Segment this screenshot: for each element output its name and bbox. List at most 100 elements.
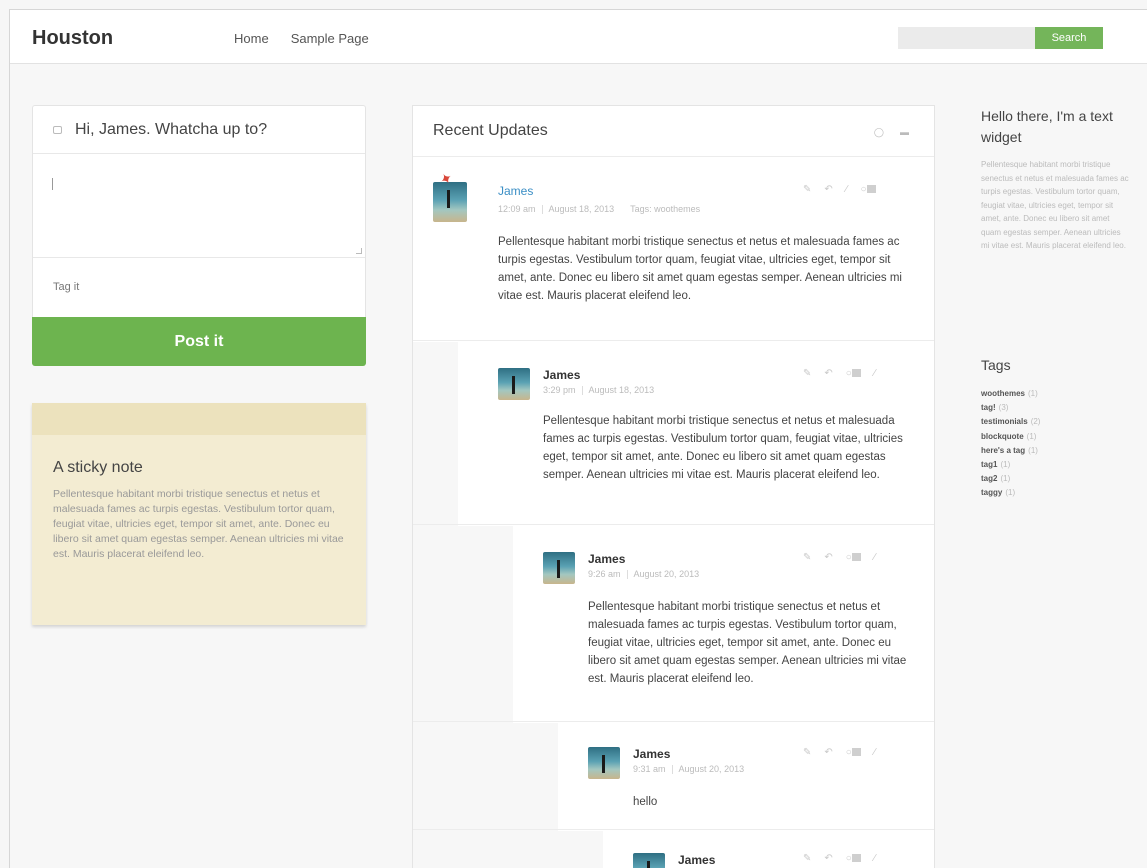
post-time: 3:29 pm — [543, 385, 576, 395]
updates-header: Recent Updates ◯ ▬ — [413, 106, 934, 157]
main-nav: Home Sample Page — [234, 31, 369, 46]
chat-bubble-icon — [53, 125, 62, 134]
post-author[interactable]: James — [633, 747, 670, 761]
site-logo[interactable]: Houston — [32, 27, 113, 50]
post-meta: 9:31 am August 20, 2013 — [633, 764, 745, 775]
post-body: Pellentesque habitant morbi tristique se… — [588, 601, 907, 685]
reply-icon[interactable]: ↶ — [824, 853, 832, 864]
tag-count: (1) — [1000, 460, 1011, 470]
tags-widget-title: Tags — [981, 357, 1011, 373]
post-meta: 12:09 am August 18, 2013 Tags: woothemes — [498, 204, 701, 215]
sticky-note-body: Pellentesque habitant morbi tristique se… — [53, 488, 344, 560]
tags-list: woothemes (1) tag! (3) testimonials (2) blo… — [981, 387, 1040, 501]
tag-name[interactable]: here's a tag — [981, 446, 1025, 455]
text-widget-body: Pellentesque habitant morbi tristique se… — [981, 160, 1129, 250]
comment-count-icon[interactable]: ○ — [846, 552, 861, 563]
post-actions: ✎ ↶ ∕ ○ — [803, 184, 876, 195]
post-date: August 18, 2013 — [588, 385, 655, 395]
avatar[interactable] — [633, 853, 665, 868]
post-actions: ✎ ↶ ○ ∕ — [803, 368, 876, 379]
edit-icon[interactable]: ∕ — [874, 853, 876, 864]
tag-name[interactable]: taggy — [981, 488, 1002, 497]
tag-name[interactable]: blockquote — [981, 432, 1024, 441]
avatar[interactable] — [543, 552, 575, 584]
tag-name[interactable]: tag! — [981, 403, 996, 412]
quote-icon[interactable]: ✎ — [803, 184, 811, 195]
post-actions: ✎ ↶ ○ ∕ — [803, 747, 876, 758]
post-actions: ✎ ↶ ○ ∕ — [803, 853, 876, 864]
list-view-icon[interactable]: ▬ — [900, 127, 909, 138]
post-meta: 3:29 pm August 18, 2013 — [543, 385, 655, 396]
post-composer: Hi, James. Whatcha up to? Tag it Post it — [32, 105, 366, 366]
tag-item[interactable]: here's a tag (1) — [981, 444, 1040, 458]
tag-item[interactable]: tag1 (1) — [981, 458, 1040, 472]
tag-count: (3) — [998, 403, 1009, 413]
update-post: James 9:26 am August 20, 2013 ✎ ↶ ○ ∕ Pel… — [413, 526, 934, 722]
updates-header-icons: ◯ ▬ — [874, 127, 909, 138]
tag-name[interactable]: woothemes — [981, 389, 1025, 398]
reply-icon[interactable]: ↶ — [824, 184, 832, 195]
text-widget-title: Hello there, I'm a text widget — [981, 108, 1113, 145]
tag-count: (1) — [1005, 488, 1016, 498]
refresh-icon[interactable]: ◯ — [874, 127, 884, 138]
update-post: James 9:31 am August 20, 2013 ✎ ↶ ○ ∕ hel… — [413, 723, 934, 830]
app-frame: Houston Home Sample Page Search Hi, Jame… — [9, 9, 1147, 868]
update-post: James ✎ ↶ ○ ∕ — [413, 831, 934, 868]
reply-icon[interactable]: ↶ — [824, 368, 832, 379]
tag-item[interactable]: testimonials (2) — [981, 415, 1040, 429]
tag-count: (1) — [1000, 474, 1011, 484]
post-time: 9:26 am — [588, 569, 621, 579]
update-post: James 3:29 pm August 18, 2013 ✎ ↶ ○ ∕ Pel… — [413, 342, 934, 525]
tag-input[interactable]: Tag it — [33, 258, 365, 316]
composer-prompt: Hi, James. Whatcha up to? — [75, 120, 268, 138]
sticky-note: A sticky note Pellentesque habitant morb… — [32, 403, 366, 625]
quote-icon[interactable]: ✎ — [803, 853, 811, 864]
tag-name[interactable]: tag2 — [981, 474, 997, 483]
post-actions: ✎ ↶ ○ ∕ — [803, 552, 876, 563]
sticky-note-title: A sticky note — [53, 459, 143, 476]
post-time: 9:31 am — [633, 764, 666, 774]
comment-count-icon[interactable]: ○ — [846, 747, 861, 758]
reply-icon[interactable]: ↶ — [824, 747, 832, 758]
avatar[interactable] — [433, 182, 467, 222]
post-author[interactable]: James — [498, 184, 533, 198]
comment-count-icon[interactable]: ○ — [846, 853, 861, 864]
quote-icon[interactable]: ✎ — [803, 552, 811, 563]
nav-home[interactable]: Home — [234, 31, 269, 46]
reply-icon[interactable]: ↶ — [824, 552, 832, 563]
edit-icon[interactable]: ∕ — [874, 552, 876, 563]
avatar[interactable] — [498, 368, 530, 400]
resize-grip-icon[interactable] — [356, 248, 362, 254]
search-input[interactable] — [898, 27, 1035, 49]
update-post: James 12:09 am August 18, 2013 Tags: wooth… — [413, 158, 934, 341]
tag-item[interactable]: tag! (3) — [981, 401, 1040, 415]
comment-count-icon[interactable]: ○ — [846, 368, 861, 379]
post-body: Pellentesque habitant morbi tristique se… — [543, 415, 903, 481]
quote-icon[interactable]: ✎ — [803, 747, 811, 758]
post-author[interactable]: James — [543, 368, 580, 382]
tag-item[interactable]: blockquote (1) — [981, 430, 1040, 444]
tag-name[interactable]: testimonials — [981, 417, 1028, 426]
tag-item[interactable]: woothemes (1) — [981, 387, 1040, 401]
post-date: August 20, 2013 — [678, 764, 745, 774]
post-author[interactable]: James — [588, 552, 625, 566]
search-button[interactable]: Search — [1035, 27, 1103, 49]
tag-item[interactable]: tag2 (1) — [981, 472, 1040, 486]
nav-sample-page[interactable]: Sample Page — [291, 31, 369, 46]
comment-count-icon[interactable]: ○ — [860, 184, 876, 195]
edit-icon[interactable]: ∕ — [874, 747, 876, 758]
edit-icon[interactable]: ∕ — [874, 368, 876, 379]
tag-name[interactable]: tag1 — [981, 460, 997, 469]
text-caret — [52, 178, 53, 190]
updates-title: Recent Updates — [433, 122, 548, 139]
post-author[interactable]: James — [678, 853, 715, 867]
post-body: Pellentesque habitant morbi tristique se… — [498, 236, 902, 302]
quote-icon[interactable]: ✎ — [803, 368, 811, 379]
sticky-note-header — [32, 403, 366, 435]
edit-icon[interactable]: ∕ — [846, 184, 848, 195]
tag-item[interactable]: taggy (1) — [981, 486, 1040, 500]
avatar[interactable] — [588, 747, 620, 779]
post-button[interactable]: Post it — [32, 317, 366, 366]
post-tags: Tags: woothemes — [630, 204, 701, 214]
composer-textarea[interactable] — [33, 154, 365, 258]
